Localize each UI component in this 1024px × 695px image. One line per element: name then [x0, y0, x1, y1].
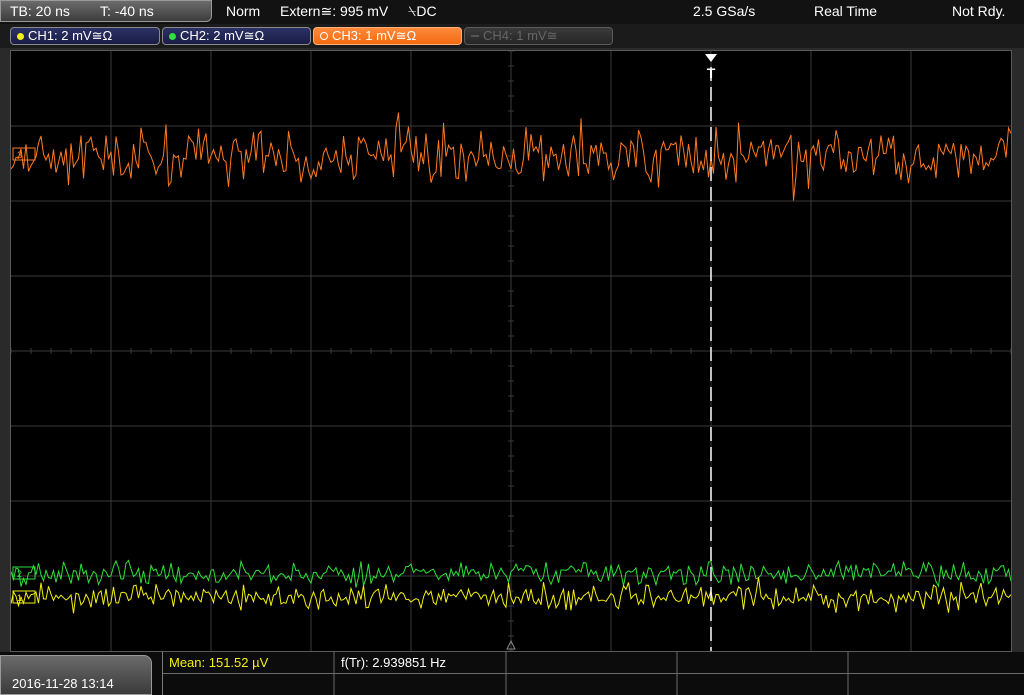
waveform-display[interactable]: 3 2 1 T: [10, 50, 1012, 652]
channel-4-button[interactable]: CH4: 1 mV≅: [464, 27, 613, 45]
trigger-slope-coupling[interactable]: ⍀DC: [408, 3, 437, 20]
svg-text:1: 1: [17, 593, 22, 603]
channel-1-button[interactable]: CH1: 2 mV≅Ω: [10, 27, 160, 45]
waveform-canvas[interactable]: 3 2 1 T: [11, 51, 1011, 651]
channel-4-indicator-icon: [471, 35, 479, 37]
measurement-table[interactable]: Mean: 151.52 µV f(Tr): 2.939851 Hz: [162, 652, 1024, 695]
channel-3-indicator-icon: [320, 32, 328, 40]
channel-2-label: CH2: 2 mV≅Ω: [180, 28, 265, 43]
trigger-position-marker[interactable]: T: [705, 54, 717, 81]
trigger-source[interactable]: Extern≅: 995 mV: [280, 3, 388, 20]
graticule: [11, 51, 1011, 651]
trigger-mode[interactable]: Norm: [226, 3, 260, 19]
acquisition-status: Not Rdy.: [952, 3, 1006, 19]
trigger-marker-label: T: [707, 65, 716, 81]
ch3-offset-marker[interactable]: 3: [12, 147, 36, 161]
channel-3-button[interactable]: CH3: 1 mV≅Ω: [313, 27, 462, 45]
timebase-value[interactable]: TB: 20 ns: [10, 3, 70, 19]
channel-bar: CH1: 2 mV≅Ω CH2: 2 mV≅Ω CH3: 1 mV≅Ω CH4:…: [0, 24, 1024, 48]
mean-measurement[interactable]: Mean: 151.52 µV: [169, 655, 268, 670]
svg-text:2: 2: [17, 569, 22, 579]
datetime-display: 2016-11-28 13:14: [12, 676, 114, 691]
sample-rate[interactable]: 2.5 GSa/s: [693, 3, 755, 19]
ch2-offset-marker[interactable]: 2: [12, 566, 36, 580]
channel-4-label: CH4: 1 mV≅: [483, 28, 558, 43]
svg-text:3: 3: [17, 150, 22, 160]
channel-1-indicator-icon: [17, 33, 24, 40]
channel-2-button[interactable]: CH2: 2 mV≅Ω: [162, 27, 311, 45]
measurement-grid-lines: [163, 652, 1024, 695]
acquisition-mode[interactable]: Real Time: [814, 3, 877, 19]
channel-3-label: CH3: 1 mV≅Ω: [332, 28, 417, 43]
status-bar: TB: 20 ns T: -40 ns Norm Extern≅: 995 mV…: [0, 0, 1024, 24]
frequency-measurement[interactable]: f(Tr): 2.939851 Hz: [341, 655, 446, 670]
channel-2-indicator-icon: [169, 33, 176, 40]
channel-1-label: CH1: 2 mV≅Ω: [28, 28, 113, 43]
trigger-offset-value[interactable]: T: -40 ns: [100, 3, 154, 19]
